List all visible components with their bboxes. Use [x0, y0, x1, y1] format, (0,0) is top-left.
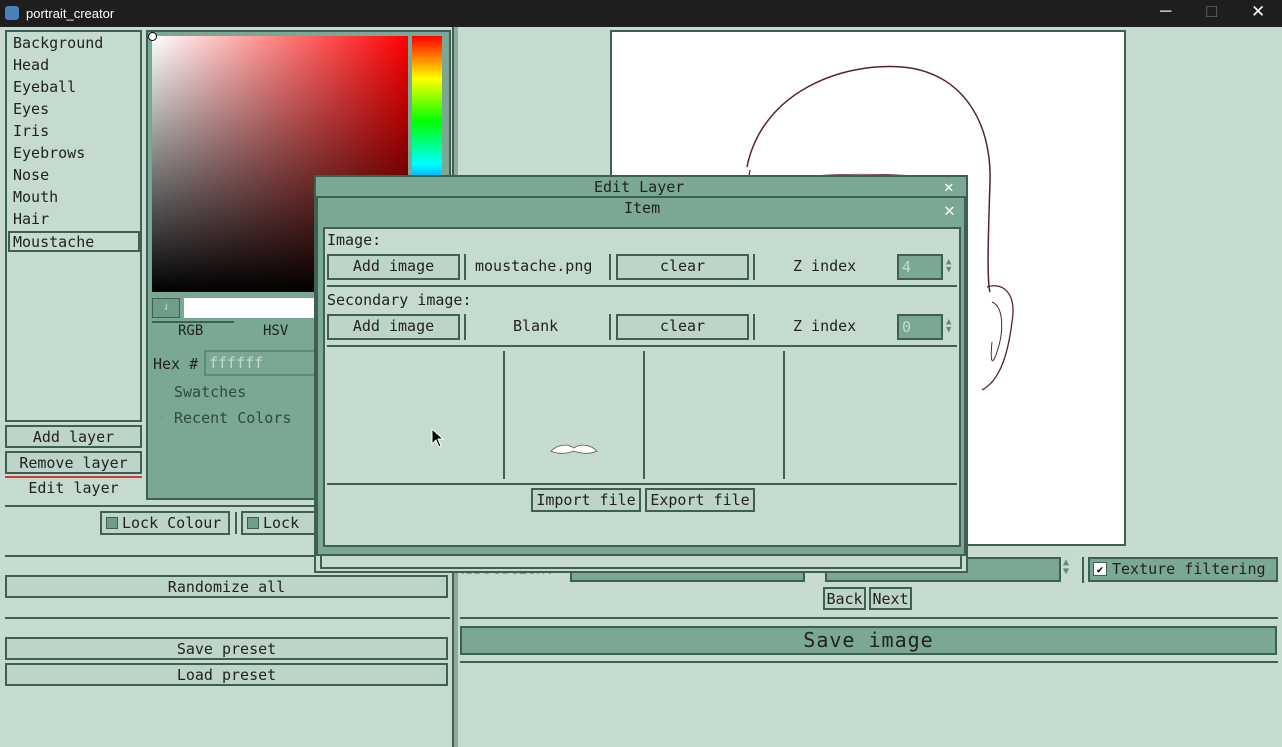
- item-dialog: Item ✕ Image: Add image moustache.png cl…: [316, 196, 966, 556]
- image-grid: [327, 349, 957, 479]
- divider: [753, 314, 755, 340]
- divider: [609, 314, 611, 340]
- clear-secondary-button[interactable]: clear: [616, 314, 749, 340]
- save-image-button[interactable]: Save image: [460, 626, 1277, 655]
- lock-colour-label: Lock Colour: [122, 514, 222, 532]
- divider: [460, 617, 1278, 619]
- grid-cell[interactable]: [505, 349, 643, 479]
- close-icon[interactable]: ✕: [944, 200, 955, 221]
- divider: [235, 512, 237, 534]
- tab-hsv[interactable]: HSV: [263, 323, 288, 339]
- image-label: Image:: [327, 231, 382, 249]
- minimize-icon[interactable]: ─: [1160, 3, 1171, 21]
- divider: [327, 345, 957, 347]
- divider: [327, 285, 957, 287]
- spinner-icon[interactable]: ▲ ▼: [946, 318, 951, 335]
- divider: [464, 254, 466, 280]
- list-item[interactable]: Iris: [10, 120, 49, 142]
- app-icon: [5, 6, 19, 20]
- clear-image-button[interactable]: clear: [616, 254, 749, 280]
- checkbox-icon: [106, 517, 118, 529]
- mouse-cursor-icon: [431, 428, 445, 448]
- hex-label: Hex #: [153, 355, 199, 373]
- checkbox-checked-icon: ✔: [1093, 562, 1107, 576]
- item-dialog-content: Image: Add image moustache.png clear Z i…: [323, 227, 961, 547]
- list-item-selected[interactable]: Moustache: [8, 231, 140, 252]
- picker-cursor-icon[interactable]: [148, 32, 157, 41]
- chevron-right-icon: ›: [158, 410, 166, 424]
- divider: [460, 661, 1278, 663]
- lock-toggle[interactable]: Lock: [241, 511, 321, 535]
- dialog-title: Edit Layer: [594, 178, 685, 196]
- image-filename: moustache.png: [475, 257, 593, 275]
- secondary-z-index-label: Z index: [793, 317, 857, 335]
- list-item[interactable]: Eyeball: [10, 76, 76, 98]
- spinner-icon[interactable]: ▲ ▼: [1063, 558, 1069, 577]
- divider: [609, 254, 611, 280]
- divider: [5, 617, 450, 619]
- chevron-right-icon: ›: [158, 384, 166, 398]
- load-preset-button[interactable]: Load preset: [5, 663, 448, 686]
- randomize-all-button[interactable]: Randomize all: [5, 575, 448, 598]
- title-bar: portrait_creator ─ ☐ ✕: [0, 0, 1282, 27]
- grid-cell[interactable]: [327, 349, 503, 479]
- grid-cell[interactable]: [785, 349, 957, 479]
- close-icon[interactable]: ✕: [944, 177, 954, 196]
- add-image-button[interactable]: Add image: [327, 254, 460, 280]
- lock-colour-toggle[interactable]: Lock Colour: [100, 511, 230, 535]
- window-title: portrait_creator: [26, 6, 115, 21]
- list-item[interactable]: Hair: [10, 208, 49, 230]
- maximize-icon[interactable]: ☐: [1205, 3, 1218, 21]
- list-item[interactable]: Background: [10, 32, 103, 54]
- next-button[interactable]: Next: [869, 587, 912, 610]
- z-index-label: Z index: [793, 257, 857, 275]
- list-item[interactable]: Eyes: [10, 98, 49, 120]
- tab-rgb[interactable]: RGB: [178, 323, 203, 339]
- close-icon[interactable]: ✕: [1251, 2, 1265, 22]
- z-index-input[interactable]: 4: [897, 254, 943, 280]
- swatches-label[interactable]: Swatches: [174, 383, 246, 401]
- recent-colors-label[interactable]: Recent Colors: [174, 409, 291, 427]
- lock-label: Lock: [263, 514, 300, 532]
- texture-filtering-toggle[interactable]: ✔ Texture filtering: [1088, 557, 1278, 582]
- dialog-title: Item: [624, 199, 661, 217]
- eyedropper-button[interactable]: ⇃: [152, 298, 180, 318]
- add-secondary-image-button[interactable]: Add image: [327, 314, 460, 340]
- list-item[interactable]: Nose: [10, 164, 49, 186]
- edit-layer-button[interactable]: Edit layer: [5, 478, 142, 500]
- layer-list: Background Head Eyeball Eyes Iris Eyebro…: [5, 30, 142, 422]
- spinner-icon[interactable]: ▲ ▼: [946, 258, 951, 275]
- secondary-image-label: Secondary image:: [327, 291, 472, 309]
- save-preset-button[interactable]: Save preset: [5, 637, 448, 660]
- divider: [753, 254, 755, 280]
- export-file-button[interactable]: Export file: [645, 488, 755, 512]
- import-file-button[interactable]: Import file: [531, 488, 641, 512]
- divider: [1082, 557, 1084, 583]
- add-layer-button[interactable]: Add layer: [5, 425, 142, 448]
- moustache-thumbnail: [550, 444, 598, 454]
- list-item[interactable]: Head: [10, 54, 49, 76]
- texture-filtering-label: Texture filtering: [1112, 560, 1266, 578]
- back-button[interactable]: Back: [823, 587, 866, 610]
- checkbox-icon: [247, 517, 259, 529]
- grid-cell[interactable]: [645, 349, 783, 479]
- remove-layer-button[interactable]: Remove layer: [5, 451, 142, 474]
- secondary-filename: Blank: [513, 317, 559, 335]
- secondary-z-index-input[interactable]: 0: [897, 314, 943, 340]
- list-item[interactable]: Eyebrows: [10, 142, 85, 164]
- list-item[interactable]: Mouth: [10, 186, 58, 208]
- divider: [464, 314, 466, 340]
- divider: [327, 483, 957, 485]
